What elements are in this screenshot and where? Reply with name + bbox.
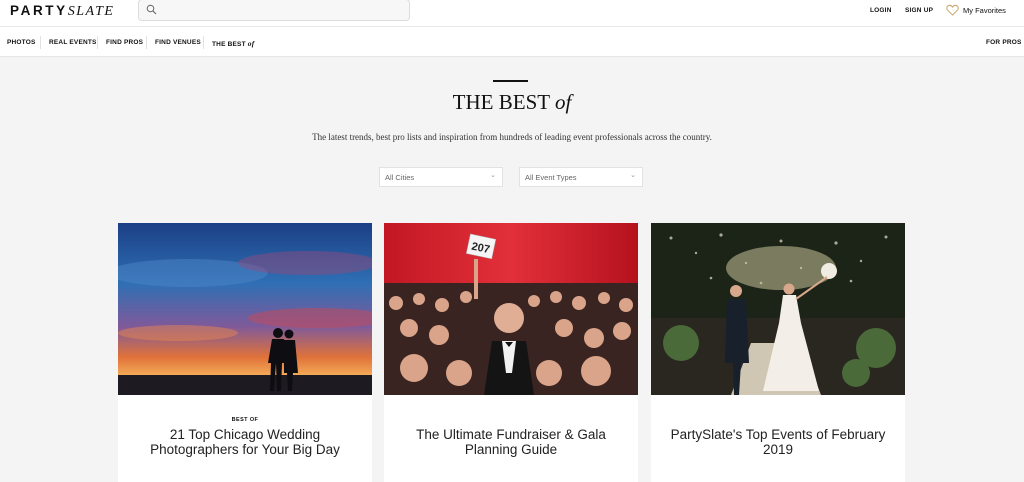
card-title: PartySlate's Top Events of February 2019 — [670, 427, 886, 457]
top-bar: PARTYSLATE LOGIN SIGN UP My Favorites — [0, 0, 1024, 26]
page-title-main: THE BEST — [452, 90, 550, 114]
nav-real-events[interactable]: REAL EVENTS — [49, 39, 97, 46]
login-link[interactable]: LOGIN — [870, 7, 892, 14]
city-select[interactable]: All Cities ⌄ — [379, 167, 503, 187]
card-kicker: BEST OF — [231, 417, 259, 423]
nav-photos[interactable]: PHOTOS — [7, 39, 36, 46]
card-image-wedding-couple — [651, 223, 905, 395]
event-type-select-value: All Event Types — [525, 173, 577, 182]
my-favorites-link[interactable]: My Favorites — [946, 3, 1006, 17]
city-select-value: All Cities — [385, 173, 415, 182]
page-subtitle: The latest trends, best pro lists and in… — [312, 132, 712, 142]
nav-the-best-of[interactable]: THE BEST of — [212, 39, 254, 48]
card-title: The Ultimate Fundraiser & Gala Planning … — [416, 427, 606, 457]
nav-divider — [40, 36, 41, 49]
article-card[interactable]: BEST OF 21 Top Chicago Wedding Photograp… — [118, 223, 372, 482]
page-title-italic: of — [554, 90, 572, 114]
event-type-select[interactable]: All Event Types ⌄ — [519, 167, 643, 187]
nav-divider — [146, 36, 147, 49]
nav-divider — [97, 36, 98, 49]
page-title: THE BEST of — [0, 90, 1024, 115]
chevron-down-icon: ⌄ — [630, 172, 636, 179]
nav-divider — [203, 36, 204, 49]
main-nav: PHOTOS REAL EVENTS FIND PROS FIND VENUES… — [0, 26, 1024, 57]
heart-icon — [946, 4, 959, 16]
article-card[interactable]: 207 The Ultimate Fundraiser & Gala Plann… — [384, 223, 638, 482]
my-favorites-label: My Favorites — [963, 5, 1006, 15]
logo-word-slate: SLATE — [67, 4, 115, 19]
title-rule — [493, 80, 528, 82]
signup-link[interactable]: SIGN UP — [905, 7, 933, 14]
search-box[interactable] — [138, 0, 410, 21]
search-input[interactable] — [163, 2, 403, 18]
chevron-down-icon: ⌄ — [490, 172, 496, 179]
partyslate-logo[interactable]: PARTYSLATE — [10, 3, 114, 20]
card-image-sunset-couple — [118, 223, 372, 395]
article-card[interactable]: PartySlate's Top Events of February 2019 — [651, 223, 905, 482]
nav-find-pros[interactable]: FIND PROS — [106, 39, 143, 46]
search-icon — [146, 4, 157, 15]
logo-word-party: PARTY — [10, 3, 68, 18]
card-image-gala-audience: 207 — [384, 223, 638, 395]
nav-find-venues[interactable]: FIND VENUES — [155, 39, 201, 46]
nav-the-best-of-italic: of — [247, 39, 255, 48]
nav-for-pros[interactable]: FOR PROS — [986, 39, 1022, 46]
nav-the-best-of-label: THE BEST — [212, 41, 246, 48]
card-title: 21 Top Chicago Wedding Photographers for… — [150, 427, 340, 457]
